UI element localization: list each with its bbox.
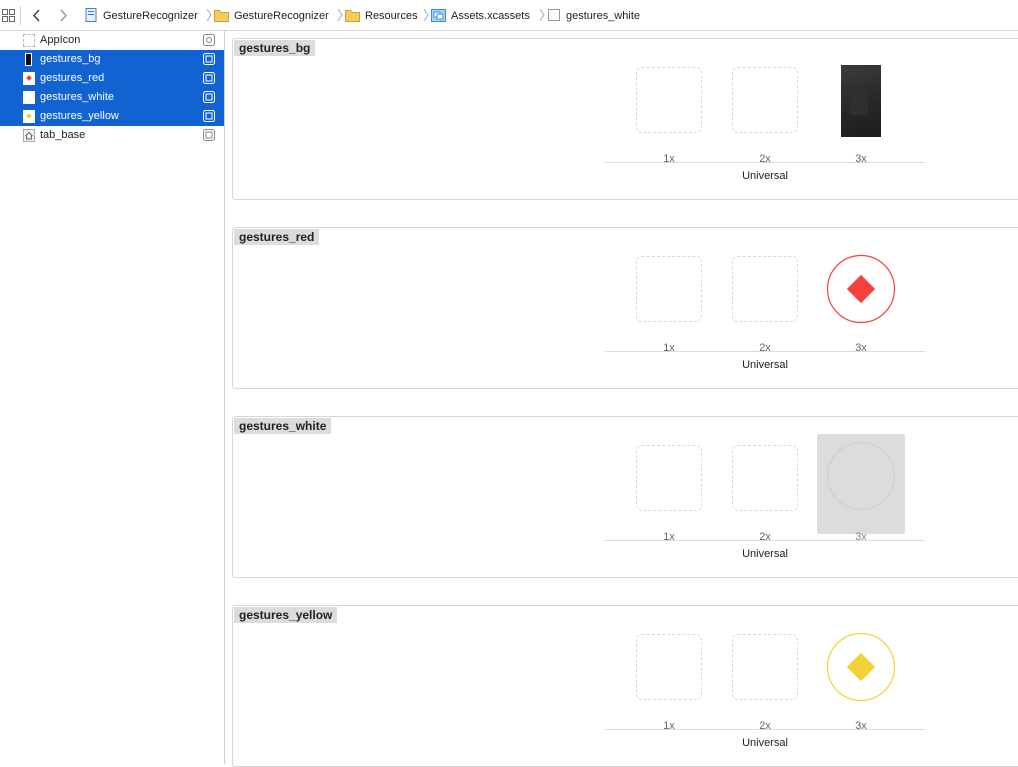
image-set-gestures-bg[interactable]: gestures_bg 1x 2x 3x Universal [232,38,1018,200]
asset-list-sidebar: AppIcon gestures_bg gestures_red gesture… [0,31,225,764]
slot-label-1x: 1x [663,531,675,543]
toolbar-divider [20,6,21,25]
folder-icon [214,10,229,22]
breadcrumb-asset-catalog[interactable]: Assets.xcassets [451,8,530,24]
idiom-divider [605,729,925,730]
slot-label-1x: 1x [663,342,675,354]
app-icon-set-icon [23,34,35,47]
slot-3x-selection[interactable] [817,434,905,534]
slot-label-2x: 2x [759,342,771,354]
image-set-gestures-red[interactable]: gestures_red 1x 2x 3x Universal [232,227,1018,389]
app-icon-badge-icon [203,34,215,46]
asset-item-tab-base[interactable]: tab_base [0,126,224,145]
slot-3x-image[interactable] [826,632,896,702]
slot-3x-image [826,441,896,511]
slot-2x[interactable] [732,256,798,322]
image-set-gestures-white[interactable]: gestures_white 1x 2x 3x Universal [232,416,1018,578]
back-arrow-icon[interactable] [32,9,42,22]
slot-label-2x: 2x [759,720,771,732]
slot-label-3x: 3x [855,720,867,732]
image-set-icon [25,53,32,66]
folder-icon [345,10,360,22]
image-set-badge-icon [203,110,215,122]
idiom-divider [605,351,925,352]
chevron-right-icon [423,8,429,22]
image-set-badge-icon [203,91,215,103]
slot-label-2x: 2x [759,153,771,165]
slot-2x[interactable] [732,67,798,133]
chevron-right-icon [337,8,343,22]
breadcrumb-image-set[interactable]: gestures_white [566,8,640,24]
image-set-icon [23,91,35,104]
photo-detail [850,85,868,115]
breadcrumb-group[interactable]: GestureRecognizer [234,8,329,24]
image-set-badge-icon [203,72,215,84]
image-set-title: gestures_white [234,418,332,434]
idiom-label: Universal [742,170,788,182]
asset-item-appicon[interactable]: AppIcon [0,31,224,50]
image-set-gestures-yellow[interactable]: gestures_yellow 1x 2x 3x Universal [232,605,1018,767]
slot-label-3x: 3x [855,531,867,543]
image-set-icon [23,110,35,123]
asset-item-label: gestures_white [40,91,114,103]
slot-1x[interactable] [636,67,702,133]
slot-3x-image[interactable] [841,65,881,137]
image-set-badge-icon [203,53,215,65]
slot-2x[interactable] [732,445,798,511]
project-file-icon [85,8,97,22]
slot-label-3x: 3x [855,342,867,354]
jump-bar: GestureRecognizer GestureRecognizer Reso… [0,0,1018,31]
idiom-divider [605,540,925,541]
asset-item-label: tab_base [40,129,86,141]
image-set-badge-icon [203,129,215,141]
slot-2x[interactable] [732,634,798,700]
asset-item-label: gestures_yellow [40,110,119,122]
slot-3x-image[interactable] [826,254,896,324]
idiom-label: Universal [742,359,788,371]
slot-1x[interactable] [636,445,702,511]
asset-editor: gestures_bg 1x 2x 3x Universal gestures_… [225,31,1018,767]
image-set-icon [548,9,560,21]
asset-item-label: gestures_red [40,72,105,84]
related-items-grid-icon[interactable] [2,9,15,22]
slot-1x[interactable] [636,256,702,322]
asset-item-gestures-yellow[interactable]: gestures_yellow [0,107,224,126]
slot-label-1x: 1x [663,720,675,732]
asset-item-gestures-red[interactable]: gestures_red [0,69,224,88]
image-set-title: gestures_yellow [234,607,338,623]
image-set-title: gestures_red [234,229,320,245]
slot-label-2x: 2x [759,531,771,543]
asset-item-gestures-white[interactable]: gestures_white [0,88,224,107]
asset-item-label: gestures_bg [40,53,101,65]
slot-label-1x: 1x [663,153,675,165]
chevron-right-icon [539,8,545,22]
asset-item-label: AppIcon [40,34,81,46]
idiom-divider [605,162,925,163]
home-icon [23,129,35,142]
forward-arrow-icon[interactable] [58,9,68,22]
image-set-title: gestures_bg [234,40,316,56]
image-set-icon [23,72,35,85]
breadcrumb-resources[interactable]: Resources [365,8,418,24]
asset-item-gestures-bg[interactable]: gestures_bg [0,50,224,69]
chevron-right-icon [206,8,212,22]
idiom-label: Universal [742,737,788,749]
idiom-label: Universal [742,548,788,560]
asset-catalog-icon [431,9,446,22]
slot-1x[interactable] [636,634,702,700]
breadcrumb-project[interactable]: GestureRecognizer [103,8,198,24]
slot-label-3x: 3x [855,153,867,165]
